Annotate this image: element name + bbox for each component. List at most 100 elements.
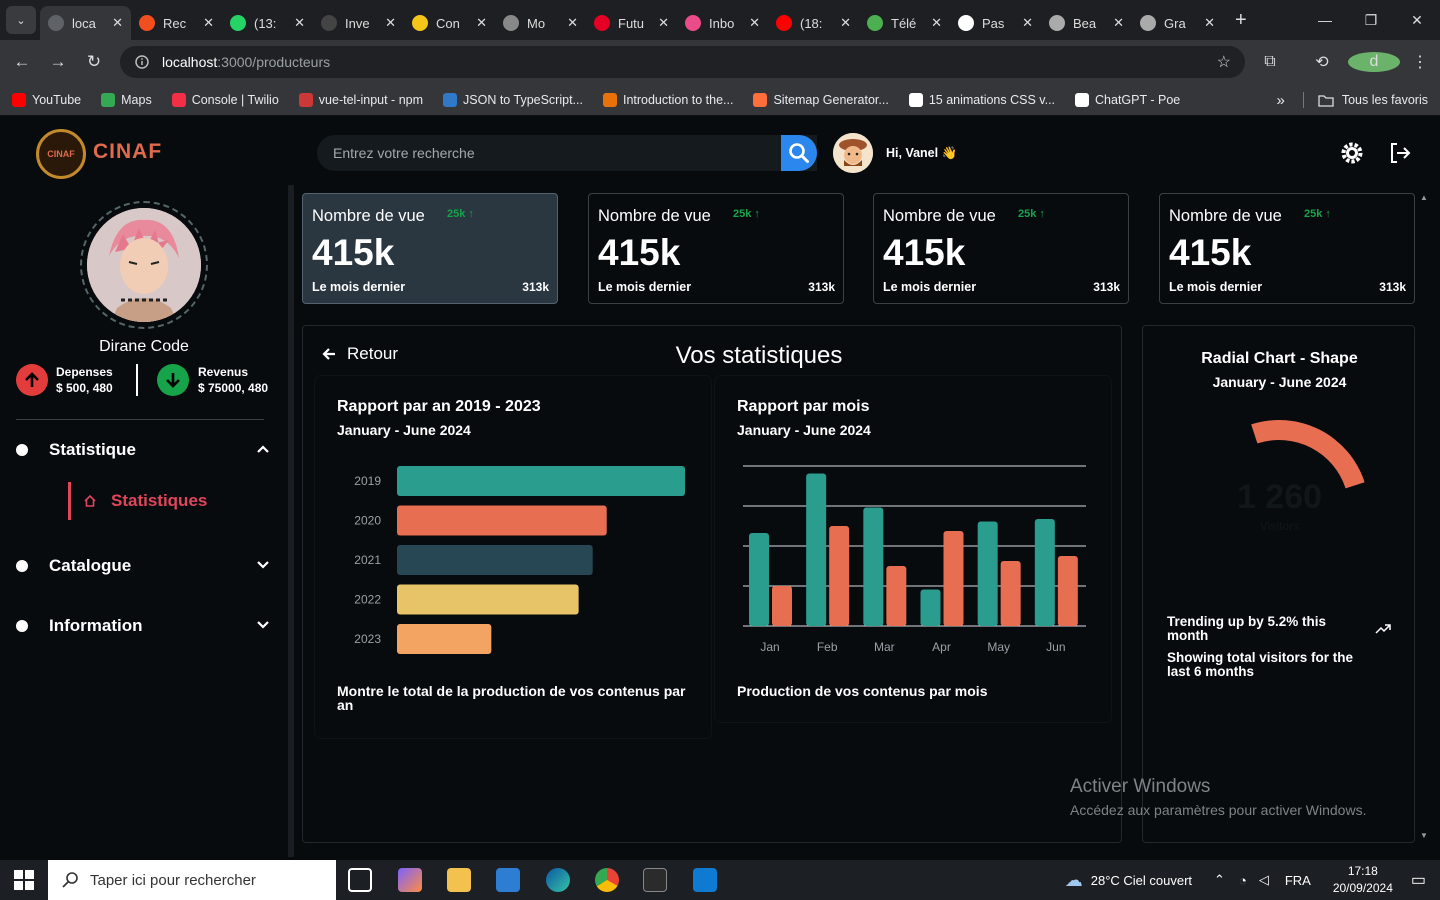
extensions-icon[interactable]: ⧉ xyxy=(1244,53,1296,71)
tab-title: Con xyxy=(436,15,460,31)
browser-tab[interactable]: Inve ✕ xyxy=(313,6,404,40)
card-value: 415k xyxy=(883,232,966,273)
bar-Jan-0 xyxy=(749,533,769,626)
tray-chevron-icon[interactable]: ⌃ xyxy=(1214,872,1225,888)
reload-icon[interactable]: ↻ xyxy=(76,52,112,72)
taskbar-search-input[interactable]: Taper ici pour rechercher xyxy=(48,860,336,900)
bar-2022 xyxy=(397,584,579,615)
notification-icon[interactable]: ▭ xyxy=(1411,870,1426,890)
network-icon[interactable]: ◔ xyxy=(1239,873,1247,888)
close-window-button[interactable]: ✕ xyxy=(1394,0,1440,40)
bookmark-item[interactable]: JSON to TypeScript... xyxy=(443,92,583,107)
site-info-icon[interactable] xyxy=(134,54,150,70)
radial-description: Showing total visitors for the last 6 mo… xyxy=(1167,650,1354,679)
user-avatar[interactable] xyxy=(833,133,873,173)
tab-favicon-icon xyxy=(139,15,155,31)
search-icon xyxy=(789,143,809,163)
maximize-button[interactable]: ❐ xyxy=(1348,0,1394,40)
tab-title: Télé xyxy=(891,15,917,31)
tab-close-icon[interactable]: ✕ xyxy=(1204,15,1215,31)
bookmark-item[interactable]: 15 animations CSS v... xyxy=(908,92,1055,107)
browser-tab[interactable]: (18: ✕ xyxy=(768,6,859,40)
chrome-icon[interactable] xyxy=(595,868,619,892)
browser-tab[interactable]: Mo ✕ xyxy=(495,6,586,40)
bookmark-item[interactable]: Console | Twilio xyxy=(171,92,279,107)
tab-close-icon[interactable]: ✕ xyxy=(749,15,760,31)
tab-close-icon[interactable]: ✕ xyxy=(567,15,578,31)
browser-menu-icon[interactable]: ⋮ xyxy=(1400,52,1440,72)
bookmark-star-icon[interactable]: ☆ xyxy=(1217,52,1231,72)
tab-close-icon[interactable]: ✕ xyxy=(1022,15,1033,31)
menu-item-catalogue[interactable]: Catalogue xyxy=(16,551,276,581)
tab-close-icon[interactable]: ✕ xyxy=(1113,15,1124,31)
copilot-icon[interactable] xyxy=(398,868,422,892)
bar-Feb-0 xyxy=(806,473,827,626)
logout-icon[interactable] xyxy=(1388,141,1412,165)
stat-card[interactable]: Nombre de vue 25k ↑ 415k Le mois dernier 313… xyxy=(873,193,1129,304)
bookmark-item[interactable]: vue-tel-input - npm xyxy=(298,92,423,107)
profile-button[interactable]: d xyxy=(1348,52,1400,72)
bar-Apr-0 xyxy=(920,589,941,626)
bookmark-item[interactable]: Sitemap Generator... xyxy=(753,92,889,107)
url-bar[interactable]: localhost:3000/producteurs ☆ xyxy=(120,46,1245,78)
browser-tab[interactable]: Inbo ✕ xyxy=(677,6,768,40)
minimize-button[interactable]: — xyxy=(1302,0,1348,40)
bookmark-item[interactable]: Maps xyxy=(101,92,152,107)
all-bookmarks-folder[interactable]: Tous les favoris xyxy=(1318,93,1428,107)
main-scrollbar[interactable]: ▲ ▼ xyxy=(1416,193,1430,840)
tab-close-icon[interactable]: ✕ xyxy=(931,15,942,31)
search-button[interactable] xyxy=(781,135,817,171)
history-icon[interactable]: ⟲ xyxy=(1296,52,1348,72)
browser-tab[interactable]: Rec ✕ xyxy=(131,6,222,40)
stat-card[interactable]: Nombre de vue 25k ↑ 415k Le mois dernier 313… xyxy=(1159,193,1415,304)
edge-icon[interactable] xyxy=(546,868,570,892)
file-explorer-icon[interactable] xyxy=(447,868,471,892)
sidebar-scrollbar[interactable] xyxy=(288,185,294,857)
yearly-heading: Rapport par an 2019 - 2023 xyxy=(337,398,541,415)
browser-tab[interactable]: (13: ✕ xyxy=(222,6,313,40)
task-view-icon[interactable] xyxy=(348,868,372,892)
clock[interactable]: 17:18 20/09/2024 xyxy=(1333,863,1393,897)
tab-close-icon[interactable]: ✕ xyxy=(294,15,305,31)
tab-favicon-icon xyxy=(1049,15,1065,31)
back-nav-icon[interactable]: ← xyxy=(4,52,40,72)
bookmark-item[interactable]: Introduction to the... xyxy=(602,92,733,107)
gear-icon[interactable] xyxy=(1340,141,1364,165)
browser-tab[interactable]: Bea ✕ xyxy=(1041,6,1132,40)
vscode-icon[interactable] xyxy=(693,868,717,892)
volume-icon[interactable]: ◁ xyxy=(1259,872,1269,888)
tab-search-button[interactable]: ⌄ xyxy=(6,6,36,34)
stat-card[interactable]: Nombre de vue 25k ↑ 415k Le mois dernier 313… xyxy=(302,193,558,304)
menu-item-information[interactable]: Information xyxy=(16,611,276,641)
store-icon[interactable] xyxy=(496,868,520,892)
bookmark-item[interactable]: YouTube xyxy=(12,92,81,107)
tab-close-icon[interactable]: ✕ xyxy=(385,15,396,31)
terminal-icon[interactable] xyxy=(643,868,667,892)
profile-picture[interactable] xyxy=(80,201,208,329)
browser-tab[interactable]: Con ✕ xyxy=(404,6,495,40)
language-indicator[interactable]: FRA xyxy=(1285,873,1311,888)
browser-tab[interactable]: Télé ✕ xyxy=(859,6,950,40)
browser-tab[interactable]: Pas ✕ xyxy=(950,6,1041,40)
windows-start-icon[interactable] xyxy=(14,870,34,890)
bookmark-item[interactable]: ChatGPT - Poe xyxy=(1075,92,1180,107)
greeting: Hi, Vanel 👋 xyxy=(886,146,958,160)
tab-close-icon[interactable]: ✕ xyxy=(840,15,851,31)
browser-tab[interactable]: Gra ✕ xyxy=(1132,6,1223,40)
brand-logo[interactable]: CINAF xyxy=(36,129,86,179)
search-input[interactable]: Entrez votre recherche xyxy=(317,135,817,171)
tab-close-icon[interactable]: ✕ xyxy=(112,15,123,31)
tab-close-icon[interactable]: ✕ xyxy=(476,15,487,31)
weather-text[interactable]: 28°C Ciel couvert xyxy=(1091,873,1192,888)
stat-card[interactable]: Nombre de vue 25k ↑ 415k Le mois dernier 313… xyxy=(588,193,844,304)
bar-Jun-1 xyxy=(1057,556,1078,626)
new-tab-button[interactable]: + xyxy=(1235,9,1247,32)
browser-tab[interactable]: Futu ✕ xyxy=(586,6,677,40)
menu-item-statistique[interactable]: Statistique xyxy=(16,435,276,465)
forward-nav-icon[interactable]: → xyxy=(40,52,76,72)
tab-close-icon[interactable]: ✕ xyxy=(658,15,669,31)
submenu-statistiques[interactable]: Statistiques xyxy=(68,482,268,520)
browser-tab[interactable]: loca ✕ xyxy=(40,6,131,40)
tab-close-icon[interactable]: ✕ xyxy=(203,15,214,31)
more-bookmarks-icon[interactable]: » xyxy=(1277,92,1285,109)
